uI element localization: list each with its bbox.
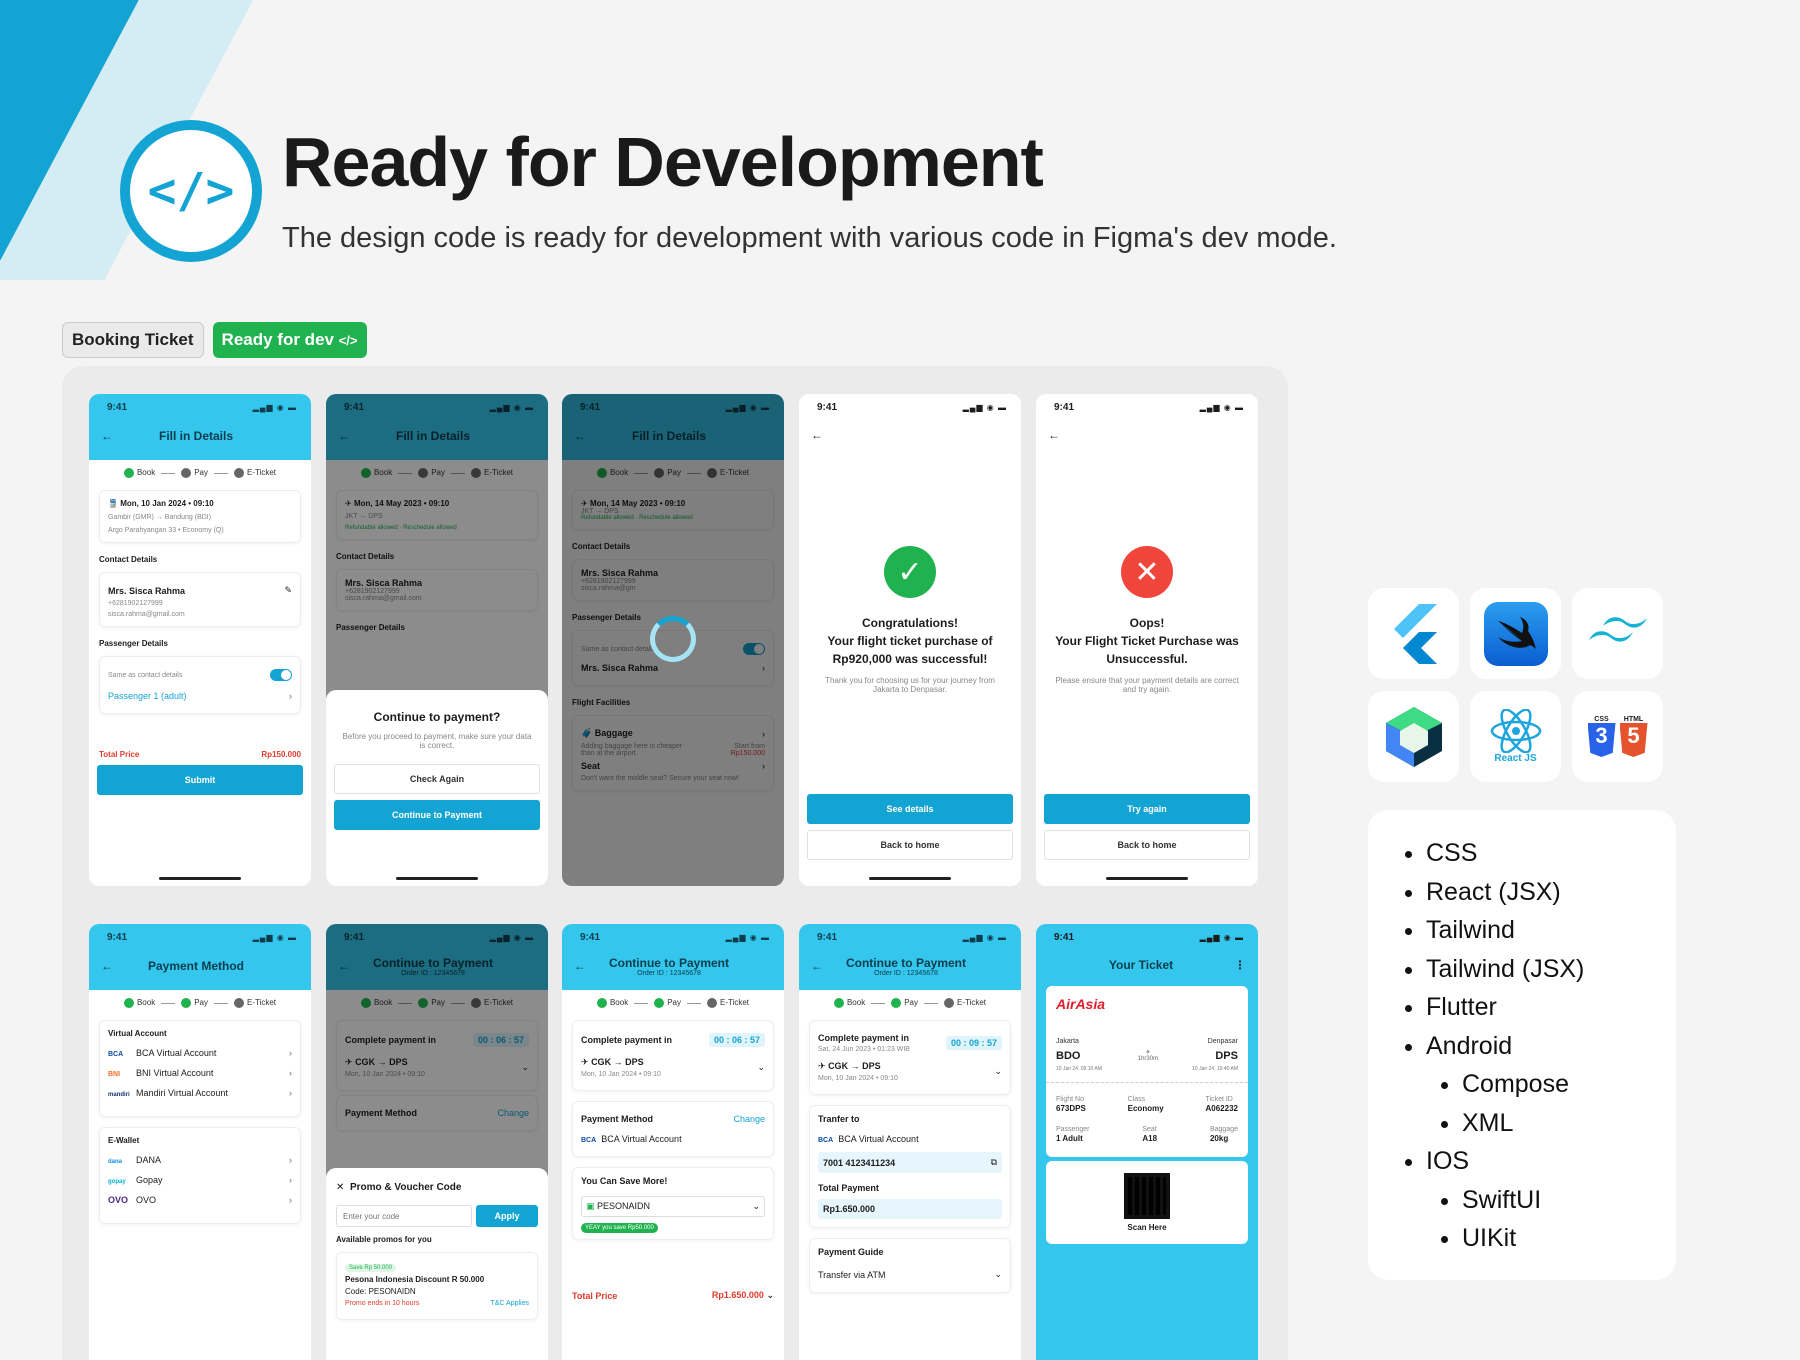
passenger-1-row[interactable]: Passenger 1 (adult) › [108,691,292,701]
swift-icon [1470,588,1561,679]
back-to-home-button[interactable]: Back to home [1044,830,1250,860]
back-arrow-icon[interactable]: ← [101,959,113,973]
react-icon: React JS [1470,691,1561,782]
list-item: Compose [1462,1065,1676,1104]
see-details-button[interactable]: See details [807,794,1013,824]
list-item: Android ComposeXML [1426,1027,1676,1143]
screen-payment-method: 9:41 ▂▄▆ ◉ ▬ ← Payment Method Book Pay E-Tick… [89,924,311,1360]
contact-card[interactable]: Mrs. Sisca Rahma ✎ +6281902127999 sisca.rah… [99,572,301,627]
screen-transfer: 9:41 ▂▄▆ ◉ ▬ ← Continue to Payment Order ID … [799,924,1021,1360]
bni-va-option[interactable]: BNI BNI Virtual Account › [108,1068,292,1078]
close-icon[interactable]: ✕ [336,1182,344,1193]
mandiri-va-option[interactable]: mandiri Mandiri Virtual Account › [108,1088,292,1098]
back-arrow-icon[interactable]: ← [799,420,1021,450]
train-icon: 🚆 [108,499,118,508]
chevron-right-icon: › [289,691,292,701]
back-arrow-icon[interactable]: ← [811,959,823,973]
screen-success: 9:41 ▂▄▆ ◉ ▬ ← ✓ Congratulations! Your fli… [799,394,1021,886]
try-again-button[interactable]: Try again [1044,794,1250,824]
ticket-card: AirAsia Jakarta Denpasar BDO ✈ 1hr30m DPS 10… [1046,986,1248,1157]
edit-icon[interactable]: ✎ [284,585,292,596]
qr-code-icon [1124,1173,1170,1219]
screen-promo-applied: 9:41 ▂▄▆ ◉ ▬ ← Continue to Payment Order ID … [562,924,784,1360]
back-arrow-icon[interactable]: ← [574,959,586,973]
dana-option[interactable]: dana DANA › [108,1155,292,1165]
signal-icon: ▂▄▆ ◉ ▬ [252,402,297,412]
code-icon: </> [338,332,358,348]
trip-card: 🚆 Mon, 10 Jan 2024 • 09:10 Gambir (GMR) →… [99,490,301,543]
screen-loading: 9:41▂▄▆ ◉ ▬←Fill in Details BookPayE-Tic… [562,394,784,886]
list-item: Tailwind [1426,911,1676,950]
same-contact-toggle[interactable] [270,669,292,681]
booking-ticket-tag[interactable]: Booking Ticket [62,322,204,358]
qr-card[interactable]: Scan Here [1046,1161,1248,1244]
tailwind-icon [1572,588,1663,679]
page-subtitle: The design code is ready for development… [282,222,1337,254]
tag-bar: Booking Ticket Ready for dev </> [62,322,367,358]
home-indicator [159,877,241,880]
page-title: Ready for Development [282,123,1044,201]
bca-va-option[interactable]: BCA BCA Virtual Account › [108,1048,292,1058]
apply-button[interactable]: Apply [476,1205,538,1227]
plane-icon: ✈ [818,1061,826,1071]
list-item: Flutter [1426,988,1676,1027]
loading-spinner-icon [650,616,696,662]
list-item: Tailwind (JSX) [1426,950,1676,989]
atm-guide-row[interactable]: Transfer via ATM ⌄ [818,1269,1002,1280]
tech-icons-grid: React JS CSS 3 HTML 5 [1368,588,1663,782]
more-icon[interactable]: ⋮ [1234,958,1246,972]
back-arrow-icon[interactable]: ← [101,429,113,443]
gopay-option[interactable]: gopay Gopay › [108,1175,292,1185]
promo-select[interactable]: ▣ PESONAIDN ⌄ [581,1196,765,1217]
list-item: React (JSX) [1426,873,1676,912]
error-x-icon: ✕ [1121,546,1173,598]
supported-code-list: CSS React (JSX) Tailwind Tailwind (JSX) … [1368,810,1676,1280]
plane-icon: ✈ [581,1057,589,1067]
promo-code-input[interactable] [336,1205,472,1227]
back-to-home-button[interactable]: Back to home [807,830,1013,860]
ovo-option[interactable]: OVO OVO › [108,1195,292,1205]
android-jetpack-icon [1368,691,1459,782]
chevron-down-icon[interactable]: ⌄ [757,1062,765,1073]
back-arrow-icon[interactable]: ← [1036,420,1258,450]
confirm-sheet: Continue to payment? Before you proceed … [326,690,548,886]
css-html-icon: CSS 3 HTML 5 [1572,691,1663,782]
promo-card[interactable]: Save Rp 50.000 Pesona Indonesia Discount … [336,1252,538,1320]
list-item: UIKit [1462,1219,1676,1258]
screen-promo-code: 9:41 ▂▄▆ ◉ ▬ ← Continue to Payment Order ID … [326,924,548,1360]
screen-confirm-payment: 9:41 ▂▄▆ ◉ ▬ ← Fill in Details Book Pay E-Tic… [326,394,548,886]
code-icon: </> [147,163,235,219]
ready-for-dev-tag[interactable]: Ready for dev </> [212,322,367,358]
airasia-logo: AirAsia [1056,996,1106,1012]
code-logo: </> [120,120,262,262]
screens-panel: 9:41 ▂▄▆ ◉ ▬ ← Fill in Details Book Pay E-Ti… [62,366,1288,1360]
progress-steps: Book Pay E-Ticket [89,460,311,486]
screen-failed: 9:41 ▂▄▆ ◉ ▬ ← ✕ Oops! Your Flight Ticket … [1036,394,1258,886]
continue-to-payment-button[interactable]: Continue to Payment [334,800,540,830]
copy-icon[interactable]: ⧉ [991,1157,997,1168]
success-check-icon: ✓ [884,546,936,598]
list-item: CSS [1426,834,1676,873]
submit-button[interactable]: Submit [97,765,303,795]
check-again-button[interactable]: Check Again [334,764,540,794]
screen-your-ticket: 9:41 ▂▄▆ ◉ ▬ Your Ticket ⋮ AirAsia Jakarta… [1036,924,1258,1360]
change-button[interactable]: Change [733,1114,765,1124]
promo-sheet: ✕ Promo & Voucher Code Apply Available p… [326,1168,548,1360]
screen-fill-details: 9:41 ▂▄▆ ◉ ▬ ← Fill in Details Book Pay E-Ti… [89,394,311,886]
flutter-icon [1368,588,1459,679]
list-item: SwiftUI [1462,1181,1676,1220]
list-item: IOS SwiftUIUIKit [1426,1142,1676,1258]
list-item: XML [1462,1104,1676,1143]
